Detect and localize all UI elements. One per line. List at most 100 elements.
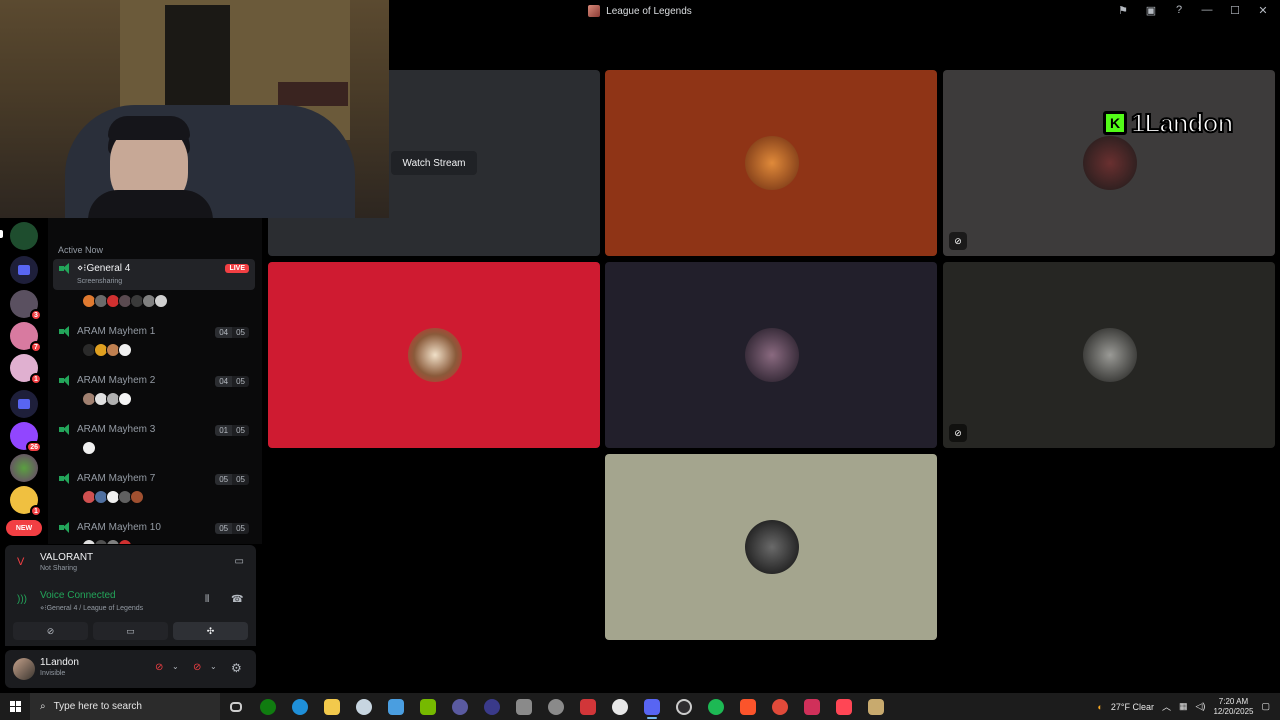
server-icon[interactable] — [10, 222, 38, 250]
channel-name: ARAM Mayhem 7 — [77, 473, 156, 484]
clock[interactable]: 7:20 AM 12/20/2025 — [1213, 697, 1253, 717]
steam-icon[interactable] — [348, 693, 380, 720]
app-icon[interactable] — [796, 693, 828, 720]
webcam-banner — [278, 82, 348, 106]
camera-button[interactable]: ⊘ — [13, 622, 88, 640]
start-button[interactable] — [0, 693, 30, 720]
screenshare-button[interactable]: ▭ — [93, 622, 168, 640]
activity-game: VALORANT — [40, 552, 94, 563]
nvidia-icon[interactable] — [412, 693, 444, 720]
unread-indicator — [0, 230, 3, 238]
participant-tile[interactable] — [605, 262, 937, 448]
participant-tile[interactable]: ⊘ — [943, 262, 1275, 448]
avatar[interactable] — [118, 343, 132, 357]
activity-panel: V VALORANT Not Sharing ▭ — [5, 545, 256, 582]
server-icon[interactable] — [10, 454, 38, 482]
channel-name: ARAM Mayhem 2 — [77, 375, 156, 386]
user-limit-max: 05 — [232, 523, 249, 534]
window-icon[interactable]: ▣ — [1144, 3, 1158, 17]
avatar[interactable] — [130, 490, 144, 504]
close-icon[interactable]: ✕ — [1256, 3, 1270, 17]
chrome-icon[interactable] — [764, 693, 796, 720]
obs-icon[interactable] — [668, 693, 700, 720]
channel-name: ARAM Mayhem 10 — [77, 522, 161, 533]
participant-tile[interactable] — [605, 70, 937, 256]
voice-path[interactable]: ⋄⁝General 4 / League of Legends — [40, 604, 143, 612]
avatar[interactable] — [82, 441, 96, 455]
server-icon[interactable]: 1 — [10, 354, 42, 385]
maximize-icon[interactable]: ☐ — [1228, 3, 1242, 17]
server-icon[interactable]: 3 — [10, 290, 42, 321]
server-folder[interactable] — [10, 390, 38, 418]
avatar[interactable] — [118, 539, 132, 544]
brave-icon[interactable] — [732, 693, 764, 720]
weather-icon[interactable]: ◐ — [1097, 702, 1102, 712]
league-client-icon[interactable] — [860, 693, 892, 720]
activities-button[interactable]: ✣ — [173, 622, 248, 640]
clock-time: 7:20 AM — [1218, 696, 1249, 706]
disconnect-icon[interactable]: ☎ — [231, 594, 243, 605]
server-icon[interactable]: 7 — [10, 322, 42, 353]
xbox-icon[interactable] — [252, 693, 284, 720]
avatar[interactable] — [154, 294, 168, 308]
share-screen-icon[interactable]: ▭ — [235, 556, 244, 567]
help-icon[interactable]: ? — [1172, 3, 1186, 17]
notification-badge: 3 — [30, 309, 42, 321]
folder-icon — [18, 399, 30, 409]
edge-icon[interactable] — [284, 693, 316, 720]
avatar[interactable] — [13, 658, 35, 680]
calculator-icon[interactable] — [508, 693, 540, 720]
server-folder[interactable] — [10, 256, 38, 284]
username[interactable]: 1Landon — [40, 657, 79, 668]
search-placeholder: Type here to search — [53, 701, 142, 712]
channel-members — [82, 490, 144, 504]
noise-suppression-icon[interactable]: ⫴ — [205, 594, 209, 605]
participant-avatar — [1083, 136, 1137, 190]
server-icon[interactable]: 1 — [10, 486, 42, 517]
riot-client-icon[interactable] — [572, 693, 604, 720]
stream-name-overlay: K 1Landon — [1103, 107, 1234, 139]
webcam-person-body — [88, 190, 213, 218]
network-icon[interactable]: ▦ — [1179, 701, 1188, 712]
task-view-icon[interactable] — [220, 693, 252, 720]
spotify-icon[interactable] — [700, 693, 732, 720]
weather-text[interactable]: 27°F Clear — [1111, 702, 1154, 712]
settings-gear-icon[interactable]: ⚙ — [231, 661, 242, 675]
section-label: Active Now — [58, 245, 104, 255]
file-explorer-icon[interactable] — [316, 693, 348, 720]
mic-muted-icon[interactable]: ⊘ — [155, 662, 163, 673]
connection-icon[interactable]: ))) — [17, 594, 27, 605]
minimize-icon[interactable]: — — [1200, 3, 1214, 17]
headphones-muted-icon[interactable]: ⊘ — [193, 662, 201, 673]
store-icon[interactable] — [380, 693, 412, 720]
voice-channel-general-4[interactable]: ⋄⁝General 4 Screensharing LIVE — [53, 259, 255, 290]
notifications-icon[interactable]: ▢ — [1261, 701, 1270, 712]
settings-icon[interactable] — [540, 693, 572, 720]
inbox-icon[interactable]: ⚑ — [1116, 3, 1130, 17]
overlay-name: 1Landon — [1130, 107, 1234, 139]
user-limit-max: 05 — [232, 425, 249, 436]
valorant-icon: V — [17, 556, 25, 568]
discord-icon[interactable] — [636, 693, 668, 720]
channel-members — [82, 294, 168, 308]
participant-tile[interactable]: ⊘ — [943, 70, 1275, 256]
user-panel: 1Landon Invisible ⊘ ⌄ ⊘ ⌄ ⚙ — [5, 650, 256, 688]
app-icon[interactable] — [444, 693, 476, 720]
new-badge[interactable]: NEW — [6, 520, 42, 536]
github-icon[interactable] — [604, 693, 636, 720]
valorant-app-icon[interactable] — [828, 693, 860, 720]
chevron-up-icon[interactable]: ︿ — [1162, 700, 1171, 713]
channel-members — [82, 539, 132, 544]
participant-tile[interactable] — [605, 454, 937, 640]
twitch-server-icon[interactable]: 26 — [10, 422, 42, 453]
participant-tile[interactable] — [268, 262, 600, 448]
channel-name: ⋄⁝General 4 — [77, 263, 131, 274]
speaker-icon — [59, 424, 71, 435]
chevron-down-icon[interactable]: ⌄ — [210, 662, 217, 671]
volume-icon[interactable]: ◁) — [1196, 701, 1206, 712]
chevron-down-icon[interactable]: ⌄ — [172, 662, 179, 671]
watch-stream-button[interactable]: Watch Stream — [391, 151, 477, 175]
taskbar-search[interactable]: ⌕ Type here to search — [30, 693, 220, 720]
media-icon[interactable] — [476, 693, 508, 720]
avatar[interactable] — [118, 392, 132, 406]
